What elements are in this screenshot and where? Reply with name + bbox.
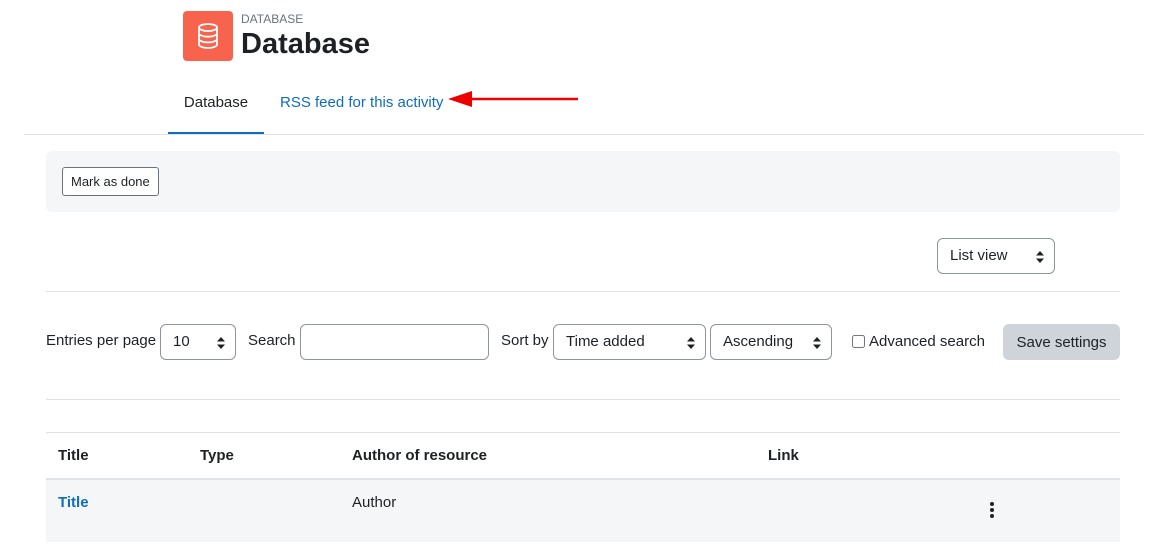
entry-author: Author [352,494,397,511]
kebab-menu-icon[interactable] [986,502,998,518]
tab-rss-feed[interactable]: RSS feed for this activity [280,84,443,135]
select-arrows-icon [217,337,225,349]
database-icon [183,11,233,61]
entries-per-page-label: Entries per page [46,332,157,349]
entry-title-link[interactable]: Title [58,480,89,526]
divider [46,399,1120,400]
tab-database[interactable]: Database [168,84,264,135]
mark-as-done-button[interactable]: Mark as done [62,167,159,196]
sort-by-select[interactable]: Time added [553,324,706,360]
column-header-title: Title [58,447,89,464]
advanced-search-label: Advanced search [869,332,985,350]
activity-completion-bar: Mark as done [46,151,1120,212]
entries-table: Title Type Author of resource Link Title… [46,432,1120,542]
advanced-search-checkbox[interactable] [852,334,865,348]
tabs-divider [24,134,1144,135]
activity-type-label: DATABASE [241,12,304,26]
advanced-search-toggle[interactable]: Advanced search [852,323,985,359]
table-header: Title Type Author of resource Link [46,432,1120,480]
column-header-type: Type [200,447,234,464]
column-header-link: Link [768,447,799,464]
column-header-author: Author of resource [352,447,488,464]
save-settings-button[interactable]: Save settings [1003,324,1120,360]
sort-by-value: Time added [566,333,645,350]
divider [46,291,1120,292]
select-arrows-icon [813,337,821,349]
view-select-value: List view [950,247,1008,264]
page-title: Database [241,28,370,60]
search-label: Search [248,332,296,349]
select-arrows-icon [1036,251,1044,263]
sort-order-value: Ascending [723,333,794,350]
sort-by-label: Sort by [501,332,549,349]
entries-per-page-select[interactable]: 10 [160,324,236,360]
view-select[interactable]: List view [937,238,1055,274]
annotation-arrow [448,91,578,107]
table-row: Title Author [46,480,1120,542]
select-arrows-icon [687,337,695,349]
search-input[interactable] [300,324,489,360]
sort-order-select[interactable]: Ascending [710,324,832,360]
entries-per-page-value: 10 [173,333,190,350]
